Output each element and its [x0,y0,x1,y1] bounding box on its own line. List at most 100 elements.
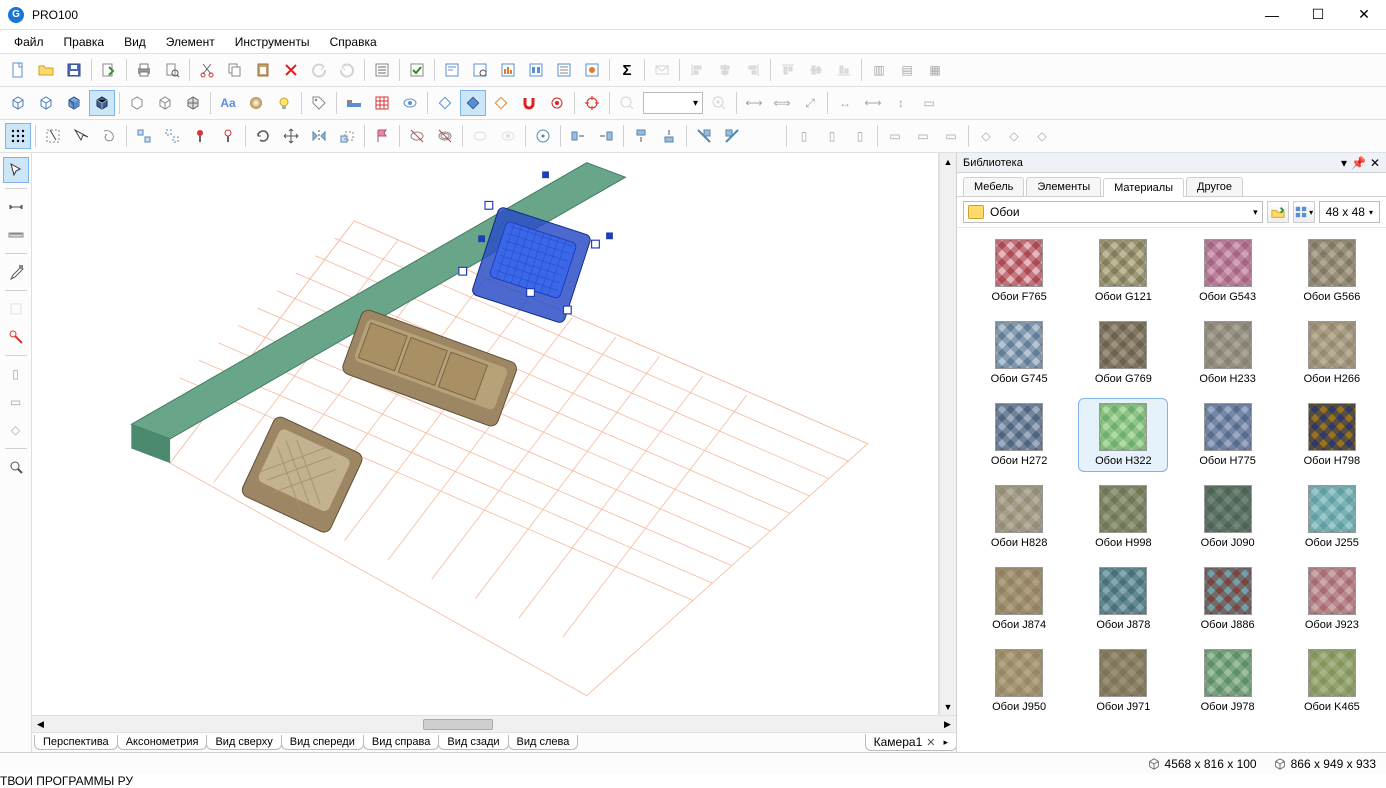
delete-icon[interactable] [278,57,304,83]
dim-w-icon[interactable]: ⟺ [769,90,795,116]
menu-tools[interactable]: Инструменты [227,33,318,51]
group-icon[interactable] [131,123,157,149]
tab-axonometry[interactable]: Аксонометрия [117,735,208,750]
dist3-icon[interactable]: ▯ [847,123,873,149]
align-center-h-icon[interactable] [712,57,738,83]
sigma-icon[interactable]: Σ [614,57,640,83]
visibility-icon[interactable] [397,90,423,116]
minimize-button[interactable]: — [1258,4,1286,26]
deselect-icon[interactable] [68,123,94,149]
dist2-icon[interactable]: ▯ [819,123,845,149]
check-icon[interactable] [404,57,430,83]
tab-perspective[interactable]: Перспектива [34,735,118,750]
material-item[interactable]: Обои G769 [1078,316,1168,390]
box-tool[interactable] [3,296,29,322]
dim-line-icon[interactable]: ↔ [832,90,858,116]
snap2-icon[interactable] [460,90,486,116]
dim-h-icon[interactable]: ⟷ [741,90,767,116]
new-icon[interactable] [5,57,31,83]
sphere-icon[interactable] [243,90,269,116]
dist8-icon[interactable]: ◇ [1001,123,1027,149]
tab-back[interactable]: Вид сзади [438,735,508,750]
menu-help[interactable]: Справка [322,33,385,51]
mail-icon[interactable] [649,57,675,83]
paste-icon[interactable] [250,57,276,83]
print-icon[interactable] [131,57,157,83]
thumb-size-combo[interactable]: 48 x 48 ▾ [1319,201,1380,223]
move-icon[interactable] [278,123,304,149]
report3-icon[interactable] [495,57,521,83]
distribute3-icon[interactable]: ▦ [922,57,948,83]
op6-icon[interactable] [719,123,745,149]
op1-icon[interactable] [565,123,591,149]
dimension-tool[interactable] [3,194,29,220]
report2-icon[interactable] [467,57,493,83]
pin2-icon[interactable] [215,123,241,149]
snap3-icon[interactable] [488,90,514,116]
material-item[interactable]: Обои J255 [1287,480,1377,554]
tab-left[interactable]: Вид слева [508,735,579,750]
lasso-icon[interactable] [96,123,122,149]
tab-camera1[interactable]: Камера1 ✕ ▸ [865,734,957,751]
flag-icon[interactable] [369,123,395,149]
library-folder-combo[interactable]: Обои ▾ [963,201,1263,223]
dist9-icon[interactable]: ◇ [1029,123,1055,149]
shade2-icon[interactable] [152,90,178,116]
redo-icon[interactable] [334,57,360,83]
material-item[interactable]: Обои J950 [974,644,1064,718]
shade3-icon[interactable] [180,90,206,116]
align-bottom-icon[interactable] [831,57,857,83]
material-item[interactable]: Обои J971 [1078,644,1168,718]
hide2-icon[interactable] [432,123,458,149]
undo-icon[interactable] [306,57,332,83]
textured-icon[interactable] [89,90,115,116]
rotate-icon[interactable] [250,123,276,149]
material-item[interactable]: Обои H998 [1078,480,1168,554]
drill3-tool[interactable]: ◇ [3,417,29,443]
dist1-icon[interactable]: ▯ [791,123,817,149]
viewport-vscroll[interactable]: ▲▼ [939,153,956,715]
library-view-button[interactable]: ▾ [1293,201,1315,223]
selgrid-icon[interactable] [5,123,31,149]
align-top-icon[interactable] [775,57,801,83]
material-item[interactable]: Обои J090 [1183,480,1273,554]
open-icon[interactable] [33,57,59,83]
bed-icon[interactable] [341,90,367,116]
report1-icon[interactable] [439,57,465,83]
material-item[interactable]: Обои J886 [1183,562,1273,636]
dim-box-icon[interactable]: ▭ [916,90,942,116]
cut-icon[interactable] [194,57,220,83]
material-item[interactable]: Обои J978 [1183,644,1273,718]
zoom-in-icon[interactable] [706,90,732,116]
print-preview-icon[interactable] [159,57,185,83]
target-icon[interactable] [544,90,570,116]
tab-top[interactable]: Вид сверху [206,735,281,750]
text-label-icon[interactable]: Aa [215,90,241,116]
align-right-icon[interactable] [740,57,766,83]
maximize-button[interactable]: ☐ [1304,4,1332,26]
mirror-icon[interactable] [306,123,332,149]
magnet-icon[interactable] [516,90,542,116]
hidden-line-icon[interactable] [33,90,59,116]
close-tab-icon[interactable]: ✕ [926,736,935,749]
tag-icon[interactable] [306,90,332,116]
panel-pin-icon[interactable]: 📌 [1351,156,1366,170]
dim-d-icon[interactable]: ⤢ [797,90,823,116]
library-up-button[interactable] [1267,201,1289,223]
report4-icon[interactable] [523,57,549,83]
distribute-v-icon[interactable]: ▤ [894,57,920,83]
pin-icon[interactable] [187,123,213,149]
select-all-icon[interactable] [40,123,66,149]
show2-icon[interactable] [495,123,521,149]
material-item[interactable]: Обои H322 [1078,398,1168,472]
dim-v-icon[interactable]: ↕ [888,90,914,116]
dist7-icon[interactable]: ◇ [973,123,999,149]
snap1-icon[interactable] [432,90,458,116]
center-icon[interactable] [530,123,556,149]
copy-icon[interactable] [222,57,248,83]
scale-icon[interactable] [334,123,360,149]
export-icon[interactable] [96,57,122,83]
menu-view[interactable]: Вид [116,33,154,51]
material-item[interactable]: Обои G543 [1183,234,1273,308]
material-item[interactable]: Обои K465 [1287,644,1377,718]
